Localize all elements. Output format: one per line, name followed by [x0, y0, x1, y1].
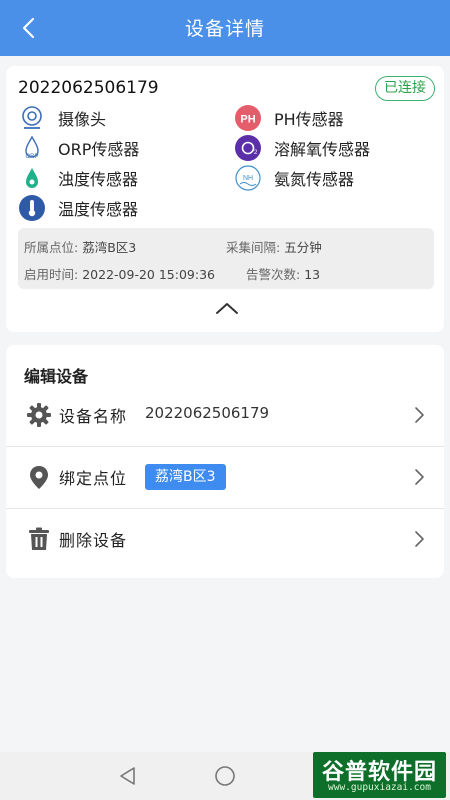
info-alarm-count: 告警次数: 13: [246, 267, 321, 282]
chevron-right-icon: [415, 407, 424, 423]
svg-text:NH: NH: [243, 175, 253, 182]
device-id: 2022062506179: [18, 78, 159, 98]
bind-location-row[interactable]: 绑定点位 荔湾B区3: [6, 446, 444, 508]
edit-device-card: 编辑设备 设备名称 2022062506179 绑定点位 荔湾B区3 删除设备: [6, 345, 444, 578]
device-name-value: 2022062506179: [145, 404, 270, 422]
sensor-camera: 摄像头: [18, 104, 106, 132]
nav-back-button[interactable]: [116, 764, 140, 788]
site-watermark: 谷普软件园 www.gupuxiazai.com: [313, 752, 446, 798]
sensor-label: PH传感器: [274, 110, 344, 129]
sensor-label: 摄像头: [58, 110, 107, 129]
ph-sensor-icon: PH: [235, 105, 261, 131]
chevron-up-icon: [216, 303, 238, 314]
delete-device-row[interactable]: 删除设备: [6, 508, 444, 570]
collapse-button[interactable]: [211, 298, 243, 318]
info-start-time: 启用时间: 2022-09-20 15:09:36: [24, 267, 215, 282]
sensor-orp: ORP ORP传感器: [18, 134, 139, 162]
page-title: 设备详情: [184, 18, 265, 40]
nav-home-icon: [215, 766, 235, 786]
device-info-box: 所属点位: 荔湾B区3 采集间隔: 五分钟 启用时间: 2022-09-20 15:0…: [18, 228, 434, 289]
sensor-ammonia: NH 氨氮传感器: [234, 164, 354, 192]
location-tag: 荔湾B区3: [145, 464, 226, 490]
sensor-dissolved-oxygen: 2 溶解氧传感器: [234, 134, 370, 162]
row-label: 设备名称: [59, 407, 128, 426]
sensor-label: 氨氮传感器: [274, 170, 355, 189]
thermometer-icon: [19, 195, 45, 221]
location-pin-icon: [30, 466, 48, 489]
sensor-temperature: 温度传感器: [18, 194, 138, 222]
device-card: 2022062506179 已连接 摄像头 PH PH传感器 ORP ORP传感…: [6, 66, 444, 332]
svg-text:PH: PH: [240, 114, 255, 126]
trash-icon: [29, 527, 49, 550]
sensor-label: ORP传感器: [58, 140, 140, 159]
sensor-turbidity: 浊度传感器: [18, 164, 138, 192]
nav-back-icon: [120, 767, 135, 785]
chevron-right-icon: [415, 531, 424, 547]
chevron-right-icon: [415, 469, 424, 485]
sensor-ph: PH PH传感器: [234, 104, 344, 132]
info-location: 所属点位: 荔湾B区3: [24, 240, 137, 255]
dissolved-oxygen-icon: 2: [235, 135, 261, 161]
sensor-label: 溶解氧传感器: [274, 140, 371, 159]
svg-text:ORP: ORP: [25, 154, 38, 160]
orp-sensor-icon: ORP: [25, 135, 39, 160]
info-interval: 采集间隔: 五分钟: [226, 240, 322, 255]
ammonia-sensor-icon: NH: [235, 165, 261, 191]
device-name-row[interactable]: 设备名称 2022062506179: [6, 384, 444, 446]
gear-icon: [27, 403, 51, 427]
turbidity-sensor-icon: [26, 168, 38, 188]
row-label: 绑定点位: [59, 469, 128, 488]
sensor-label: 浊度传感器: [58, 170, 139, 189]
app-header: 设备详情: [0, 0, 450, 56]
row-label: 删除设备: [59, 531, 128, 550]
watermark-url: www.gupuxiazai.com: [328, 782, 431, 793]
sensor-label: 温度传感器: [58, 200, 139, 219]
camera-icon: [22, 106, 42, 129]
nav-home-button[interactable]: [213, 764, 237, 788]
status-badge: 已连接: [375, 76, 435, 101]
